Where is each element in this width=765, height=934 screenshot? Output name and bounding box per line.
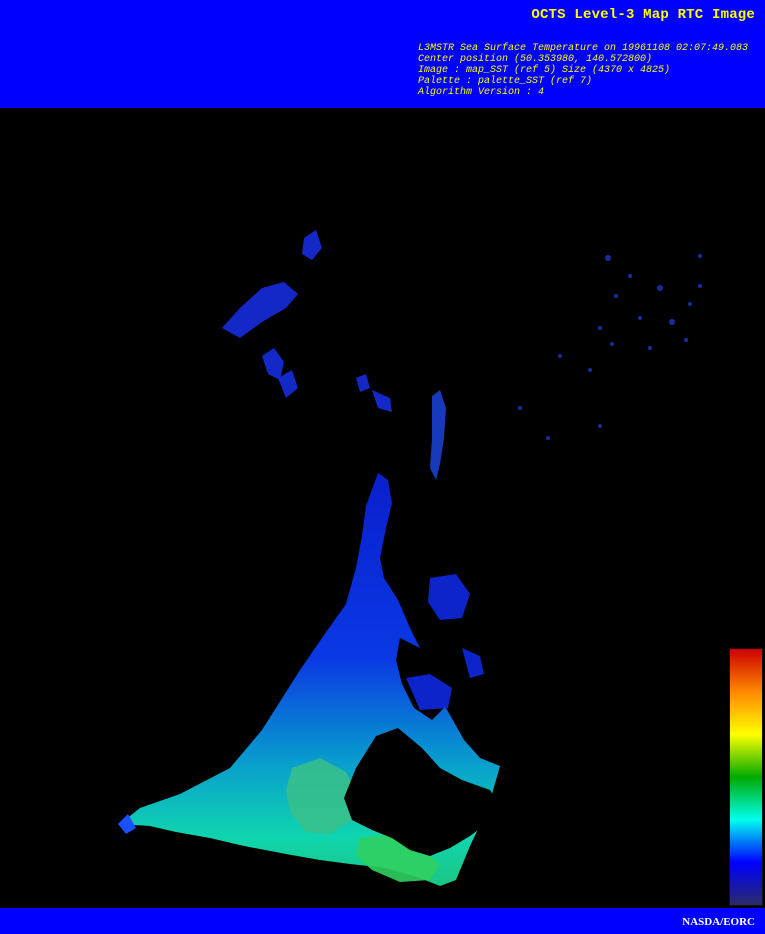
header-banner: OCTS Level-3 Map RTC Image L3MSTR Sea Su… — [0, 0, 765, 108]
sst-map-area — [0, 108, 765, 908]
scattered-sst-fragments — [222, 230, 392, 412]
metadata-product-line: L3MSTR Sea Surface Temperature on 199611… — [418, 43, 749, 54]
footer-banner: NASDA/EORC — [0, 908, 765, 934]
metadata-image-line: Image : map_SST (ref 5) Size (4370 x 482… — [418, 65, 671, 76]
east-coast-strip — [430, 390, 446, 480]
image-title: OCTS Level-3 Map RTC Image — [531, 7, 755, 23]
metadata-palette-line: Palette : palette_SST (ref 7) — [418, 76, 593, 87]
sst-map-graphic — [118, 230, 702, 886]
northeast-speckles — [518, 254, 702, 440]
sst-color-palette — [729, 648, 763, 906]
credit-label: NASDA/EORC — [682, 916, 755, 928]
image-metadata: L3MSTR Sea Surface Temperature on 199611… — [418, 43, 748, 98]
metadata-center-position-line: Center position (50.353980, 140.572800) — [418, 54, 653, 65]
offshore-fragments — [406, 574, 484, 710]
metadata-algorithm-line: Algorithm Version : 4 — [418, 87, 545, 98]
octs-rtc-image: OCTS Level-3 Map RTC Image L3MSTR Sea Su… — [0, 0, 765, 934]
